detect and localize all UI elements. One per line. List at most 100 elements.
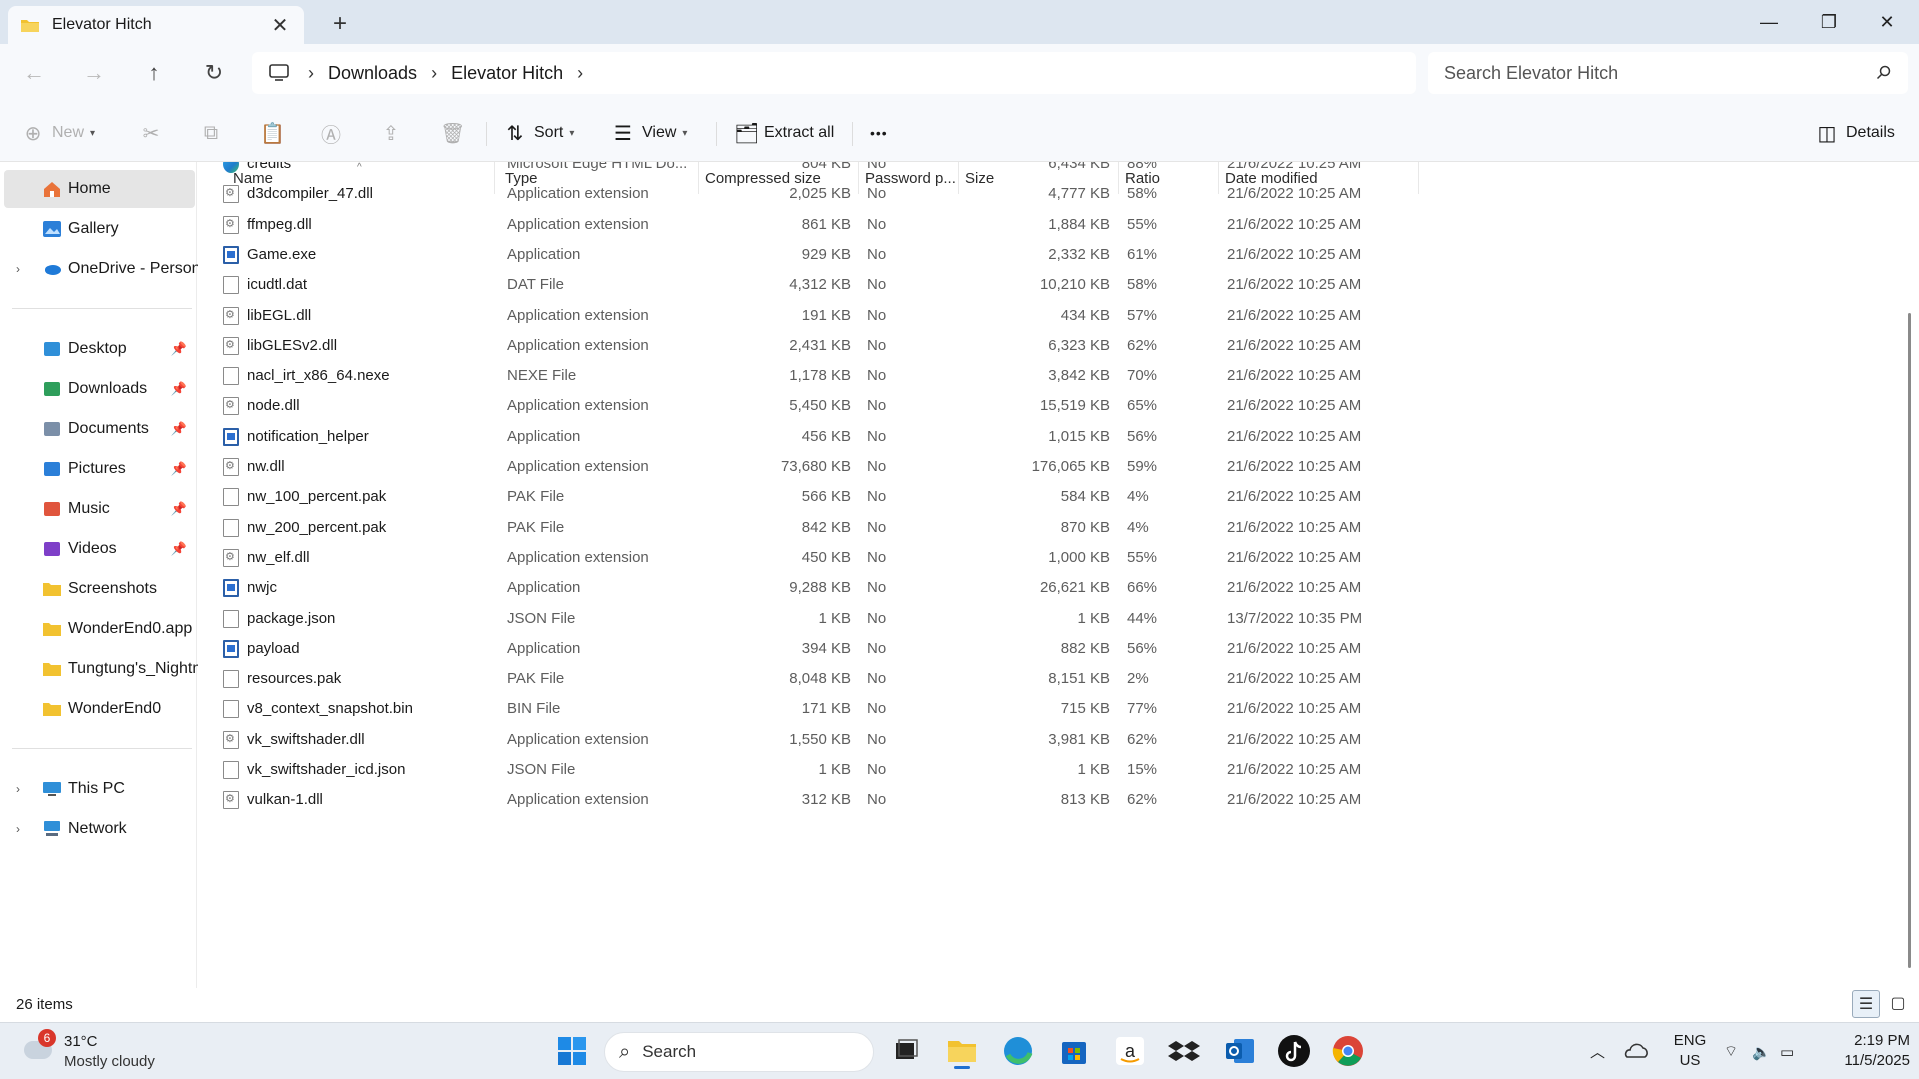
chrome-icon[interactable] (1330, 1033, 1366, 1069)
start-icon[interactable] (554, 1033, 590, 1069)
tab-elevator-hitch[interactable]: Elevator Hitch ✕ (8, 6, 304, 44)
document-icon (44, 422, 60, 436)
sidebar-item-wonderend0[interactable]: WonderEnd0 (4, 690, 195, 728)
tiktok-icon[interactable] (1276, 1033, 1312, 1069)
edge-icon[interactable] (1000, 1033, 1036, 1069)
application-icon (223, 245, 239, 264)
scissors-icon: ✂ (142, 122, 160, 145)
outlook-icon[interactable] (1222, 1033, 1258, 1069)
file-explorer-icon[interactable] (944, 1033, 980, 1069)
show-hidden-icons[interactable]: ︿ (1590, 1023, 1605, 1079)
extract-icon: 🗂 (734, 122, 760, 145)
cut-button[interactable]: ✂ (140, 116, 170, 150)
chevron-down-icon: ▾ (90, 127, 96, 139)
file-type: Application extension (507, 791, 649, 809)
paste-icon: 📋 (260, 122, 285, 145)
password-protected: No (867, 791, 887, 809)
breadcrumb-downloads[interactable]: Downloads (328, 63, 417, 84)
sidebar-item-gallery[interactable]: Gallery (4, 210, 195, 248)
dropbox-icon[interactable] (1166, 1033, 1202, 1069)
sidebar-item-home[interactable]: Home (4, 170, 195, 208)
paste-button[interactable]: 📋 (260, 116, 290, 150)
taskbar-search[interactable]: ⌕ Search (604, 1032, 874, 1072)
weather-widget[interactable]: 6 31°C Mostly cloudy (20, 1029, 190, 1075)
search-input[interactable]: Search Elevator Hitch (1428, 52, 1908, 94)
pin-icon[interactable]: 📌 (171, 381, 187, 397)
sidebar-item-network[interactable]: › Network (4, 810, 195, 848)
file-size: 813 KB (1060, 791, 1110, 809)
sidebar-item-label: Tungtung's_Nightm (68, 660, 198, 677)
navigation-pane: Home Gallery › OneDrive - Persona Deskto… (0, 162, 198, 988)
details-button[interactable]: ◫ Details (1816, 116, 1895, 150)
close-window-button[interactable]: ✕ (1864, 6, 1910, 38)
breadcrumb-separator[interactable]: › (577, 63, 583, 84)
microsoft-store-icon[interactable] (1056, 1033, 1092, 1069)
new-tab-button[interactable]: + (328, 10, 352, 38)
sidebar-item-this-pc[interactable]: › This PC (4, 770, 195, 808)
pin-icon[interactable]: 📌 (171, 501, 187, 517)
download-icon (44, 382, 60, 396)
view-button[interactable]: ☰ View ▾ (612, 116, 687, 150)
dll-file-icon (223, 458, 239, 476)
file-icon (223, 761, 239, 779)
sidebar-item-tungtung-s-nightm[interactable]: Tungtung's_Nightm (4, 650, 198, 688)
refresh-button[interactable]: ↻ (196, 56, 232, 90)
sidebar-item-pictures[interactable]: Pictures 📌 (4, 450, 195, 488)
search-icon: ⌕ (619, 1040, 631, 1063)
tab-close-button[interactable]: ✕ (268, 13, 292, 38)
pin-icon[interactable]: 📌 (171, 421, 187, 437)
back-button[interactable]: ← (16, 56, 52, 90)
amazon-icon[interactable]: a (1112, 1033, 1148, 1069)
forward-button[interactable]: → (76, 56, 112, 90)
sidebar-item-wonderend0-app[interactable]: WonderEnd0.app (4, 610, 195, 648)
chevron-right-icon[interactable]: › (16, 822, 20, 836)
sidebar-item-label: OneDrive - Persona (68, 260, 198, 277)
copy-button[interactable]: ⧉ (200, 116, 230, 150)
address-bar[interactable]: › Downloads › Elevator Hitch › (252, 52, 1416, 94)
scrollbar-thumb[interactable] (1908, 313, 1911, 968)
divider (486, 122, 487, 146)
dll-file-icon (223, 791, 239, 810)
share-button[interactable]: ⇪ (380, 116, 410, 150)
extract-all-button[interactable]: 🗂 Extract all (734, 116, 834, 150)
rename-button[interactable]: Ⓐ (320, 116, 350, 150)
sidebar-item-screenshots[interactable]: Screenshots (4, 570, 195, 608)
task-view-icon[interactable] (888, 1033, 924, 1069)
sidebar-item-downloads[interactable]: Downloads 📌 (4, 370, 195, 408)
new-button[interactable]: ⊕ New ▾ (22, 116, 95, 150)
chevron-right-icon[interactable]: › (16, 782, 20, 796)
sidebar-item-desktop[interactable]: Desktop 📌 (4, 330, 195, 368)
more-options-button[interactable]: ••• (870, 116, 888, 150)
file-row[interactable]: vulkan-1.dll Application extension 312 KB N… (197, 781, 1407, 818)
share-icon: ⇪ (382, 122, 400, 145)
up-button[interactable]: ↑ (136, 56, 172, 90)
wifi-icon[interactable]: ⌔ (1724, 1023, 1738, 1079)
onedrive-tray-icon[interactable] (1622, 1037, 1650, 1065)
clock[interactable]: 2:19 PM 11/5/2025 (1820, 1031, 1910, 1071)
sort-button[interactable]: ⇅ Sort ▾ (504, 116, 575, 150)
volume-icon[interactable]: 🔈 (1752, 1023, 1771, 1079)
pin-icon[interactable]: 📌 (171, 541, 187, 557)
pin-icon[interactable]: 📌 (171, 341, 187, 357)
restore-button[interactable]: ❐ (1806, 6, 1852, 38)
copy-icon: ⧉ (203, 121, 219, 144)
chevron-down-icon: ▾ (569, 127, 575, 139)
details-label: Details (1846, 124, 1895, 141)
battery-icon[interactable]: ▭ (1780, 1023, 1794, 1079)
input-language[interactable]: ENG US (1670, 1031, 1710, 1071)
sidebar-item-music[interactable]: Music 📌 (4, 490, 195, 528)
title-bar: Elevator Hitch ✕ + — ❐ ✕ (0, 0, 1919, 44)
tiles-view-button[interactable]: ▢ (1884, 990, 1912, 1018)
home-icon (44, 182, 60, 197)
delete-button[interactable]: 🗑 (440, 116, 470, 150)
chevron-right-icon[interactable]: › (16, 262, 20, 276)
breadcrumb-elevator-hitch[interactable]: Elevator Hitch (451, 63, 563, 84)
pin-icon[interactable]: 📌 (171, 461, 187, 477)
sidebar-item-onedrive[interactable]: › OneDrive - Persona (4, 250, 198, 288)
minimize-button[interactable]: — (1746, 6, 1792, 38)
sidebar-item-documents[interactable]: Documents 📌 (4, 410, 195, 448)
sidebar-item-videos[interactable]: Videos 📌 (4, 530, 195, 568)
details-view-button[interactable]: ☰ (1852, 990, 1880, 1018)
divider (12, 308, 192, 309)
weather-condition: Mostly cloudy (64, 1053, 155, 1070)
